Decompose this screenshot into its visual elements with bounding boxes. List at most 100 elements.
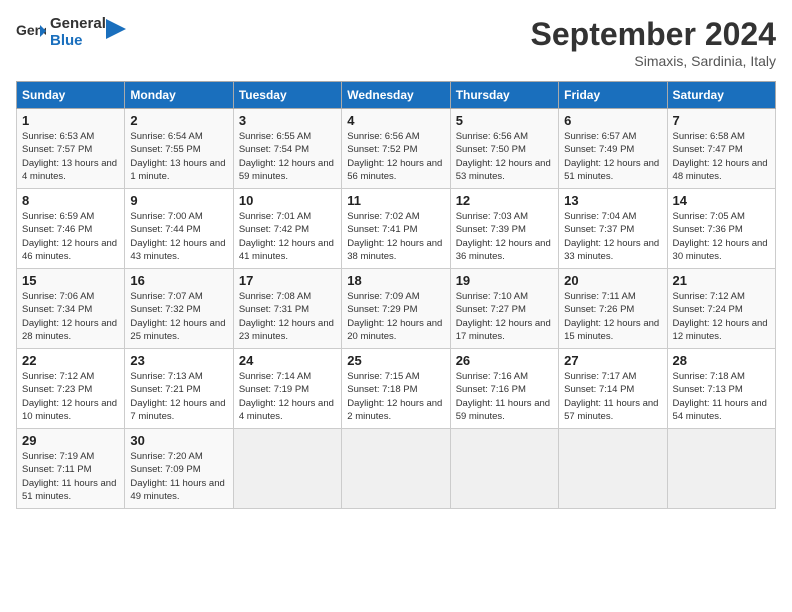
calendar-cell: 5 Sunrise: 6:56 AM Sunset: 7:50 PM Dayli… bbox=[450, 109, 558, 189]
day-number: 6 bbox=[564, 113, 661, 128]
calendar-cell: 15 Sunrise: 7:06 AM Sunset: 7:34 PM Dayl… bbox=[17, 269, 125, 349]
header-cell-monday: Monday bbox=[125, 82, 233, 109]
calendar-cell: 7 Sunrise: 6:58 AM Sunset: 7:47 PM Dayli… bbox=[667, 109, 775, 189]
calendar-cell bbox=[342, 429, 450, 509]
calendar-cell: 13 Sunrise: 7:04 AM Sunset: 7:37 PM Dayl… bbox=[559, 189, 667, 269]
day-number: 25 bbox=[347, 353, 444, 368]
calendar-week-row: 22 Sunrise: 7:12 AM Sunset: 7:23 PM Dayl… bbox=[17, 349, 776, 429]
calendar-cell: 16 Sunrise: 7:07 AM Sunset: 7:32 PM Dayl… bbox=[125, 269, 233, 349]
day-number: 2 bbox=[130, 113, 227, 128]
day-info: Sunrise: 6:57 AM Sunset: 7:49 PM Dayligh… bbox=[564, 130, 661, 183]
day-number: 11 bbox=[347, 193, 444, 208]
day-number: 30 bbox=[130, 433, 227, 448]
day-info: Sunrise: 7:18 AM Sunset: 7:13 PM Dayligh… bbox=[673, 370, 770, 423]
calendar-cell: 17 Sunrise: 7:08 AM Sunset: 7:31 PM Dayl… bbox=[233, 269, 341, 349]
header-cell-thursday: Thursday bbox=[450, 82, 558, 109]
day-info: Sunrise: 7:15 AM Sunset: 7:18 PM Dayligh… bbox=[347, 370, 444, 423]
day-info: Sunrise: 7:00 AM Sunset: 7:44 PM Dayligh… bbox=[130, 210, 227, 263]
day-info: Sunrise: 7:11 AM Sunset: 7:26 PM Dayligh… bbox=[564, 290, 661, 343]
day-number: 5 bbox=[456, 113, 553, 128]
calendar-cell: 18 Sunrise: 7:09 AM Sunset: 7:29 PM Dayl… bbox=[342, 269, 450, 349]
day-number: 22 bbox=[22, 353, 119, 368]
calendar-cell: 27 Sunrise: 7:17 AM Sunset: 7:14 PM Dayl… bbox=[559, 349, 667, 429]
day-info: Sunrise: 7:12 AM Sunset: 7:23 PM Dayligh… bbox=[22, 370, 119, 423]
day-info: Sunrise: 7:09 AM Sunset: 7:29 PM Dayligh… bbox=[347, 290, 444, 343]
calendar-cell: 22 Sunrise: 7:12 AM Sunset: 7:23 PM Dayl… bbox=[17, 349, 125, 429]
day-number: 18 bbox=[347, 273, 444, 288]
day-info: Sunrise: 7:12 AM Sunset: 7:24 PM Dayligh… bbox=[673, 290, 770, 343]
day-info: Sunrise: 7:08 AM Sunset: 7:31 PM Dayligh… bbox=[239, 290, 336, 343]
day-number: 9 bbox=[130, 193, 227, 208]
calendar-week-row: 1 Sunrise: 6:53 AM Sunset: 7:57 PM Dayli… bbox=[17, 109, 776, 189]
logo-icon: General bbox=[16, 21, 46, 45]
day-number: 14 bbox=[673, 193, 770, 208]
calendar-cell: 3 Sunrise: 6:55 AM Sunset: 7:54 PM Dayli… bbox=[233, 109, 341, 189]
day-info: Sunrise: 6:55 AM Sunset: 7:54 PM Dayligh… bbox=[239, 130, 336, 183]
calendar-cell: 9 Sunrise: 7:00 AM Sunset: 7:44 PM Dayli… bbox=[125, 189, 233, 269]
header-cell-sunday: Sunday bbox=[17, 82, 125, 109]
calendar-cell bbox=[667, 429, 775, 509]
day-info: Sunrise: 6:59 AM Sunset: 7:46 PM Dayligh… bbox=[22, 210, 119, 263]
calendar-cell: 8 Sunrise: 6:59 AM Sunset: 7:46 PM Dayli… bbox=[17, 189, 125, 269]
calendar-cell: 19 Sunrise: 7:10 AM Sunset: 7:27 PM Dayl… bbox=[450, 269, 558, 349]
calendar-cell: 6 Sunrise: 6:57 AM Sunset: 7:49 PM Dayli… bbox=[559, 109, 667, 189]
day-number: 26 bbox=[456, 353, 553, 368]
day-number: 28 bbox=[673, 353, 770, 368]
logo-arrow-icon bbox=[106, 19, 126, 39]
day-number: 17 bbox=[239, 273, 336, 288]
month-title: September 2024 bbox=[531, 16, 776, 53]
day-number: 23 bbox=[130, 353, 227, 368]
day-info: Sunrise: 6:54 AM Sunset: 7:55 PM Dayligh… bbox=[130, 130, 227, 183]
calendar-cell: 23 Sunrise: 7:13 AM Sunset: 7:21 PM Dayl… bbox=[125, 349, 233, 429]
header-cell-saturday: Saturday bbox=[667, 82, 775, 109]
calendar-cell: 26 Sunrise: 7:16 AM Sunset: 7:16 PM Dayl… bbox=[450, 349, 558, 429]
logo: General General Blue bbox=[16, 16, 126, 49]
calendar-cell: 20 Sunrise: 7:11 AM Sunset: 7:26 PM Dayl… bbox=[559, 269, 667, 349]
calendar-cell: 12 Sunrise: 7:03 AM Sunset: 7:39 PM Dayl… bbox=[450, 189, 558, 269]
day-number: 24 bbox=[239, 353, 336, 368]
calendar-cell: 2 Sunrise: 6:54 AM Sunset: 7:55 PM Dayli… bbox=[125, 109, 233, 189]
calendar-cell: 25 Sunrise: 7:15 AM Sunset: 7:18 PM Dayl… bbox=[342, 349, 450, 429]
calendar-cell bbox=[450, 429, 558, 509]
day-number: 29 bbox=[22, 433, 119, 448]
day-info: Sunrise: 7:07 AM Sunset: 7:32 PM Dayligh… bbox=[130, 290, 227, 343]
calendar-cell bbox=[559, 429, 667, 509]
header-cell-tuesday: Tuesday bbox=[233, 82, 341, 109]
day-number: 20 bbox=[564, 273, 661, 288]
day-info: Sunrise: 7:04 AM Sunset: 7:37 PM Dayligh… bbox=[564, 210, 661, 263]
day-info: Sunrise: 6:56 AM Sunset: 7:52 PM Dayligh… bbox=[347, 130, 444, 183]
day-number: 8 bbox=[22, 193, 119, 208]
calendar-cell: 4 Sunrise: 6:56 AM Sunset: 7:52 PM Dayli… bbox=[342, 109, 450, 189]
day-info: Sunrise: 7:05 AM Sunset: 7:36 PM Dayligh… bbox=[673, 210, 770, 263]
day-number: 15 bbox=[22, 273, 119, 288]
title-block: September 2024 Simaxis, Sardinia, Italy bbox=[531, 16, 776, 69]
day-number: 13 bbox=[564, 193, 661, 208]
day-info: Sunrise: 7:10 AM Sunset: 7:27 PM Dayligh… bbox=[456, 290, 553, 343]
day-info: Sunrise: 7:19 AM Sunset: 7:11 PM Dayligh… bbox=[22, 450, 119, 503]
calendar-body: 1 Sunrise: 6:53 AM Sunset: 7:57 PM Dayli… bbox=[17, 109, 776, 509]
page-header: General General Blue September 2024 Sima… bbox=[16, 16, 776, 69]
calendar-cell: 21 Sunrise: 7:12 AM Sunset: 7:24 PM Dayl… bbox=[667, 269, 775, 349]
day-info: Sunrise: 6:53 AM Sunset: 7:57 PM Dayligh… bbox=[22, 130, 119, 183]
calendar-cell: 10 Sunrise: 7:01 AM Sunset: 7:42 PM Dayl… bbox=[233, 189, 341, 269]
calendar-cell bbox=[233, 429, 341, 509]
day-info: Sunrise: 7:17 AM Sunset: 7:14 PM Dayligh… bbox=[564, 370, 661, 423]
calendar-cell: 29 Sunrise: 7:19 AM Sunset: 7:11 PM Dayl… bbox=[17, 429, 125, 509]
day-info: Sunrise: 7:14 AM Sunset: 7:19 PM Dayligh… bbox=[239, 370, 336, 423]
day-info: Sunrise: 6:58 AM Sunset: 7:47 PM Dayligh… bbox=[673, 130, 770, 183]
day-number: 3 bbox=[239, 113, 336, 128]
day-number: 7 bbox=[673, 113, 770, 128]
calendar-table: SundayMondayTuesdayWednesdayThursdayFrid… bbox=[16, 81, 776, 509]
header-cell-friday: Friday bbox=[559, 82, 667, 109]
day-info: Sunrise: 6:56 AM Sunset: 7:50 PM Dayligh… bbox=[456, 130, 553, 183]
day-number: 1 bbox=[22, 113, 119, 128]
calendar-cell: 1 Sunrise: 6:53 AM Sunset: 7:57 PM Dayli… bbox=[17, 109, 125, 189]
calendar-week-row: 8 Sunrise: 6:59 AM Sunset: 7:46 PM Dayli… bbox=[17, 189, 776, 269]
calendar-cell: 30 Sunrise: 7:20 AM Sunset: 7:09 PM Dayl… bbox=[125, 429, 233, 509]
day-info: Sunrise: 7:06 AM Sunset: 7:34 PM Dayligh… bbox=[22, 290, 119, 343]
calendar-week-row: 15 Sunrise: 7:06 AM Sunset: 7:34 PM Dayl… bbox=[17, 269, 776, 349]
day-number: 27 bbox=[564, 353, 661, 368]
day-info: Sunrise: 7:16 AM Sunset: 7:16 PM Dayligh… bbox=[456, 370, 553, 423]
day-info: Sunrise: 7:02 AM Sunset: 7:41 PM Dayligh… bbox=[347, 210, 444, 263]
day-info: Sunrise: 7:20 AM Sunset: 7:09 PM Dayligh… bbox=[130, 450, 227, 503]
